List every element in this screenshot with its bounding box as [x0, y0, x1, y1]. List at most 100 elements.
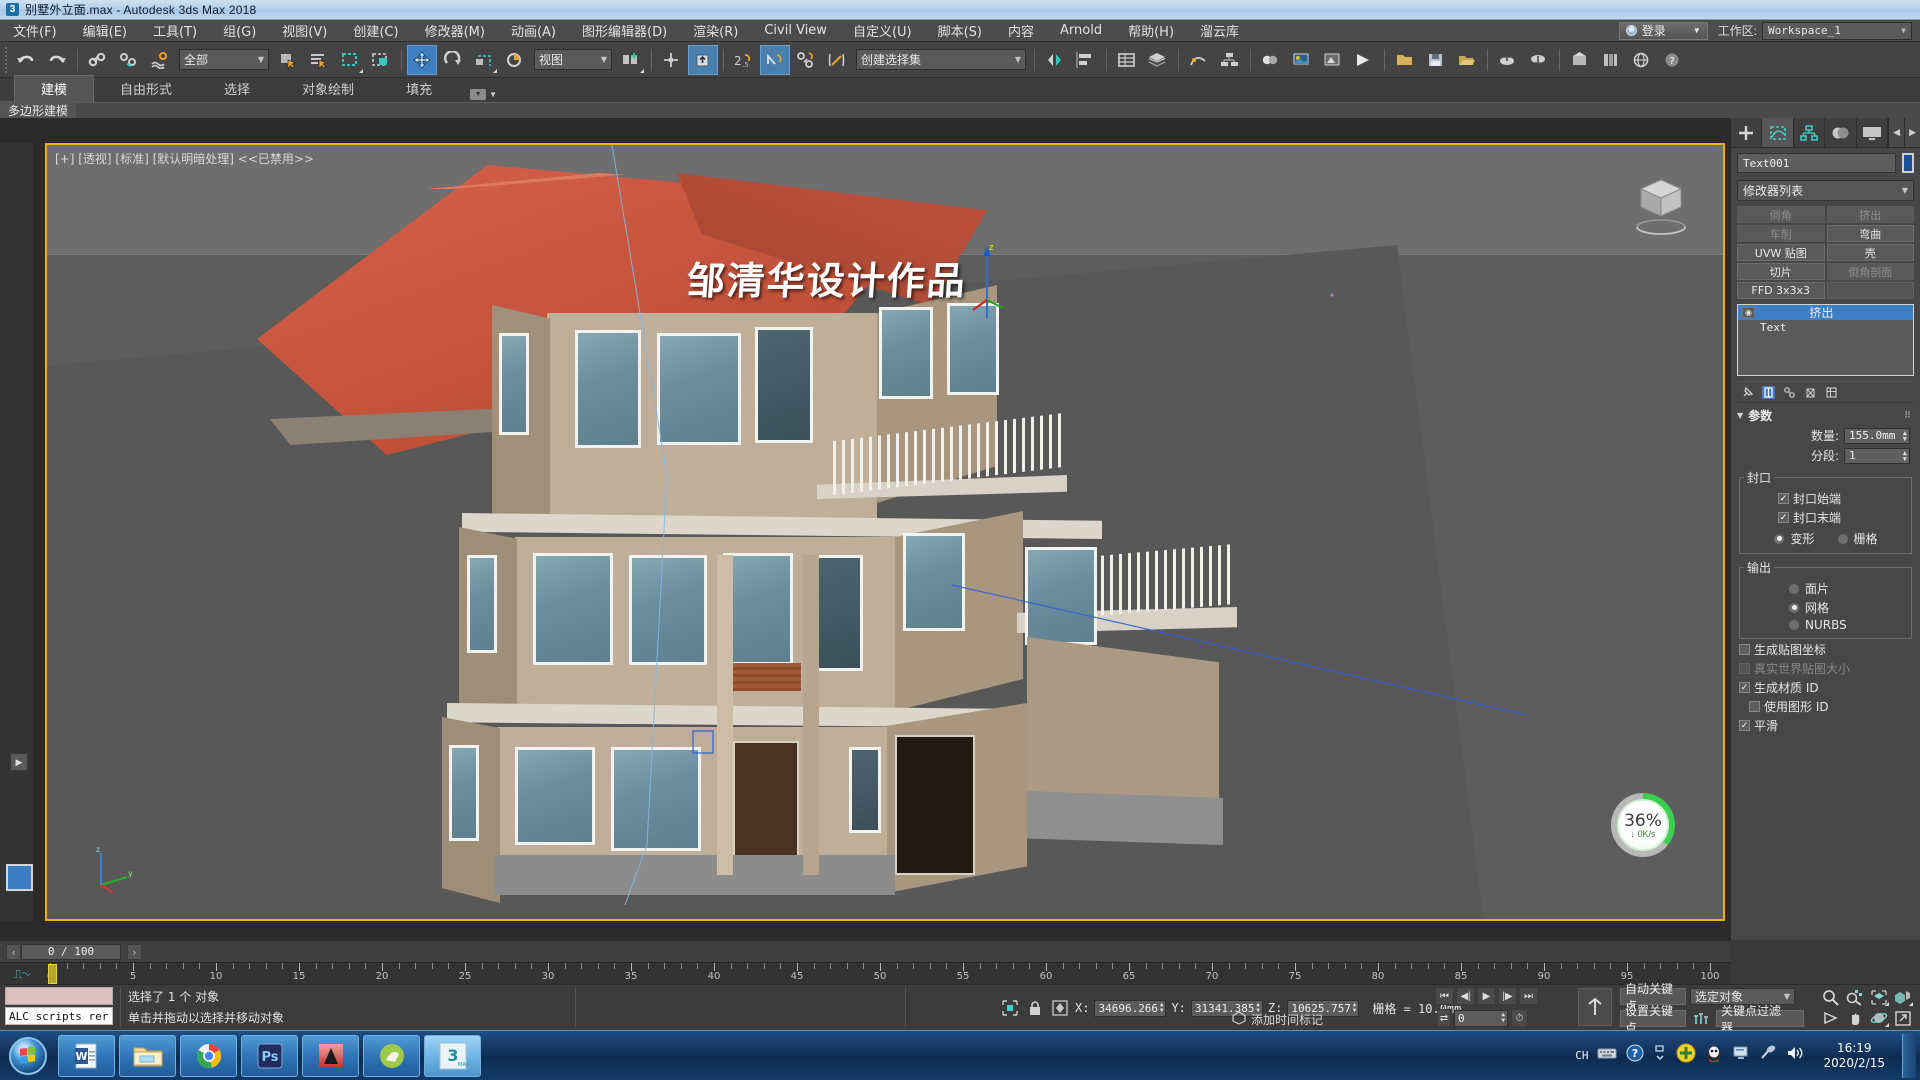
maxscript-minilistener-output[interactable] — [5, 987, 113, 1005]
modifier-stack-item-text[interactable]: Text — [1738, 320, 1913, 335]
package-icon[interactable] — [1565, 45, 1595, 75]
taskbar-app-photoshop[interactable]: Ps — [241, 1034, 298, 1077]
modifier-list-dropdown[interactable]: 修改器列表 ▼ — [1737, 180, 1914, 201]
goto-start-icon[interactable]: ⏮ — [1435, 987, 1454, 1005]
modifier-button-ffd-3x3x3[interactable]: FFD 3x3x3 — [1737, 282, 1825, 299]
login-button[interactable]: 登录 ▼ — [1618, 21, 1708, 40]
create-tab[interactable] — [1731, 118, 1763, 147]
object-color-swatch[interactable] — [1902, 153, 1914, 173]
reference-coordinate-select[interactable]: 视图 ▼ — [534, 49, 612, 70]
menu-item-rendering[interactable]: 渲染(R) — [680, 19, 751, 42]
modifier-button-uvw-map[interactable]: UVW 贴图 — [1737, 244, 1825, 261]
time-configuration-icon[interactable]: ⏱ — [1511, 1009, 1528, 1027]
menu-item-scripting[interactable]: 脚本(S) — [925, 19, 995, 42]
modifier-button-empty[interactable] — [1826, 282, 1914, 299]
rectangular-selection-region-icon[interactable] — [335, 45, 365, 75]
key-filter-icon[interactable] — [1690, 1009, 1712, 1028]
taskbar-app-chrome[interactable] — [180, 1034, 237, 1077]
spinner-arrows-icon[interactable]: ▲ ▼ — [1353, 1001, 1357, 1014]
cap-start-checkbox[interactable]: ✓ 封口始端 — [1778, 490, 1907, 507]
align-icon[interactable] — [1071, 45, 1101, 75]
globe-icon[interactable] — [1627, 45, 1657, 75]
menu-item-edit[interactable]: 编辑(E) — [70, 19, 140, 42]
toggle-layer-explorer-icon[interactable] — [1143, 45, 1173, 75]
schematic-view-icon[interactable] — [1215, 45, 1245, 75]
rollout-header[interactable]: ▼ 参数 ⠿ — [1731, 407, 1920, 424]
rendered-frame-window-icon[interactable] — [1318, 45, 1348, 75]
workspace-select[interactable]: Workspace_1 ▼ — [1762, 21, 1912, 40]
cap-grid-radio[interactable]: 栅格 — [1836, 530, 1878, 547]
zoom-icon[interactable] — [1820, 988, 1842, 1007]
viewport-blue-button[interactable] — [6, 864, 33, 891]
use-selection-center-icon[interactable] — [657, 45, 687, 75]
maxscript-minilistener-input[interactable]: ALC scripts rer — [5, 1007, 113, 1025]
generate-material-ids-checkbox[interactable]: ✓ 生成材质 ID — [1739, 679, 1920, 696]
select-by-name-icon[interactable] — [304, 45, 334, 75]
menu-item-customize[interactable]: 自定义(U) — [840, 19, 925, 42]
transform-gizmo[interactable]: z — [967, 240, 1007, 320]
menu-item-help[interactable]: 帮助(H) — [1115, 19, 1187, 42]
object-name-input[interactable] — [1737, 153, 1896, 173]
bind-to-space-warp-icon[interactable] — [145, 45, 175, 75]
next-frame-icon[interactable]: |▶ — [1498, 987, 1517, 1005]
select-and-link-icon[interactable] — [83, 45, 113, 75]
window-crossing-toggle-icon[interactable] — [366, 45, 396, 75]
save-icon[interactable] — [1421, 45, 1451, 75]
panel-scroll-left-icon[interactable]: ◀ — [1888, 118, 1905, 147]
toolbar-grip[interactable] — [3, 44, 10, 75]
start-button[interactable] — [2, 1034, 54, 1078]
menu-item-modifiers[interactable]: 修改器(M) — [412, 19, 498, 42]
mini-curve-editor-icon[interactable]: ⎍∿ — [14, 967, 30, 982]
add-time-tag-button[interactable]: 添加时间标记 — [1232, 1011, 1323, 1028]
taskbar-app-explorer[interactable] — [119, 1034, 176, 1077]
selection-lock-region-icon[interactable] — [1000, 998, 1020, 1018]
cap-end-checkbox[interactable]: ✓ 封口末端 — [1778, 509, 1907, 526]
eye-icon[interactable]: ◉ — [1742, 307, 1755, 318]
taskbar-app-autocad[interactable] — [302, 1034, 359, 1077]
redo-icon[interactable] — [42, 45, 72, 75]
modify-tab[interactable] — [1762, 118, 1794, 147]
key-filters-button[interactable]: 关键点过滤器... — [1716, 1004, 1804, 1035]
menu-item-liuyunku[interactable]: 溜云库 — [1187, 19, 1252, 42]
key-mode-toggle-icon[interactable]: ⇄ — [1437, 1009, 1451, 1027]
hierarchy-tab[interactable] — [1794, 118, 1826, 147]
cloud-upload-icon[interactable] — [1493, 45, 1523, 75]
ribbon-tab-modeling[interactable]: 建模 — [14, 75, 95, 102]
prev-frame-button[interactable]: ‹ — [6, 943, 21, 960]
view-cube[interactable] — [1625, 167, 1695, 237]
time-slider-frame-display[interactable]: 0 / 100 — [21, 943, 121, 960]
qq-icon[interactable] — [1705, 1043, 1723, 1068]
amount-spinner[interactable]: 155.0mm ▲ ▼ — [1844, 427, 1910, 444]
remove-modifier-icon[interactable] — [1804, 386, 1817, 399]
taskbar-app-3dsmax[interactable]: 3 MAX — [424, 1034, 481, 1077]
ribbon-tab-freeform[interactable]: 自由形式 — [94, 76, 198, 102]
unlink-selection-icon[interactable] — [114, 45, 144, 75]
modifier-button-shell[interactable]: 壳 — [1826, 244, 1914, 261]
select-object-icon[interactable] — [273, 45, 303, 75]
x-coordinate-field[interactable]: 34696.266 ▲ ▼ — [1094, 999, 1167, 1017]
select-and-scale-icon[interactable] — [469, 45, 499, 75]
zoom-extents-all-icon[interactable] — [1892, 988, 1914, 1007]
modifier-button-bevel-profile[interactable]: 倒角剖面 — [1826, 263, 1914, 280]
modifier-button-bend[interactable]: 弯曲 — [1826, 225, 1914, 242]
snap-toggle-icon[interactable] — [688, 44, 718, 75]
ribbon-tab-populate[interactable]: 填充 — [380, 76, 458, 102]
absolute-relative-toggle-icon[interactable] — [1050, 998, 1070, 1018]
orbit-icon[interactable] — [1868, 1009, 1890, 1028]
download-progress-widget[interactable]: 36% ↓ 0K/s — [1611, 793, 1675, 857]
pan-hand-icon[interactable] — [1844, 1009, 1866, 1028]
security-shield-icon[interactable] — [1676, 1043, 1696, 1068]
previous-frame-icon[interactable]: ◀| — [1456, 987, 1475, 1005]
render-production-icon[interactable] — [1349, 45, 1379, 75]
set-key-big-button[interactable] — [1578, 988, 1612, 1026]
output-nurbs-radio[interactable]: NURBS — [1788, 618, 1907, 632]
select-and-rotate-icon[interactable] — [438, 45, 468, 75]
use-shape-ids-checkbox[interactable]: 使用图形 ID — [1749, 698, 1920, 715]
selection-lock-icon[interactable] — [1025, 998, 1045, 1018]
menu-item-views[interactable]: 视图(V) — [269, 19, 340, 42]
zoom-extents-icon[interactable] — [1868, 988, 1890, 1007]
maximize-viewport-toggle-icon[interactable] — [1892, 1009, 1914, 1028]
viewport-label[interactable]: [+] [透视] [标准] [默认明暗处理] <<已禁用>> — [55, 150, 314, 167]
time-playhead[interactable] — [48, 964, 57, 984]
taskbar-app-sketchup[interactable] — [363, 1034, 420, 1077]
